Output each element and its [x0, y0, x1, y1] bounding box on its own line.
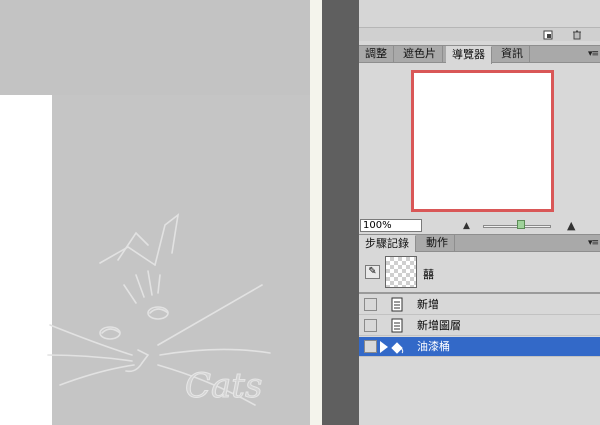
navigator-tabbar: 調整 遮色片 導覽器 資訊 ▾≡: [359, 45, 600, 64]
history-state-marker-icon[interactable]: [380, 341, 388, 353]
document-step-icon: [391, 318, 403, 333]
snapshot-label: 囍: [423, 268, 434, 281]
cat-watermark-image: Cats: [47, 213, 271, 407]
history-item-selected[interactable]: 油漆桶: [359, 337, 600, 357]
tab-history[interactable]: 步驟記錄: [359, 235, 416, 253]
panel-dock-divider: [322, 0, 359, 425]
canvas-gap: [310, 0, 322, 425]
history-panel: ✎ 囍 新增 新增圖層 油漆桶: [359, 252, 600, 425]
panel-column: 調整 遮色片 導覽器 資訊 ▾≡ 100% ▲ ▲ 步驟記錄 動作 ▾≡ ✎ 囍: [359, 0, 600, 425]
tab-adjustments[interactable]: 調整: [359, 46, 394, 63]
history-item-label: 新增圖層: [417, 319, 461, 332]
zoom-slider-thumb[interactable]: [517, 220, 525, 229]
top-panel-body: [359, 0, 600, 27]
document-step-icon: [391, 297, 403, 312]
history-item-label: 新增: [417, 298, 439, 311]
new-snapshot-icon[interactable]: [543, 30, 553, 40]
zoom-out-icon[interactable]: ▲: [463, 221, 470, 231]
history-brush-checkbox[interactable]: [364, 298, 377, 311]
watermark-text: Cats: [185, 366, 262, 406]
tab-masks[interactable]: 遮色片: [397, 46, 443, 63]
zoom-in-icon[interactable]: ▲: [567, 219, 575, 232]
paint-bucket-icon: [391, 342, 404, 354]
history-item[interactable]: 新增圖層: [359, 316, 600, 336]
navigator-panel-menu-icon[interactable]: ▾≡: [588, 49, 599, 59]
tab-info[interactable]: 資訊: [495, 46, 530, 63]
history-item[interactable]: 新增: [359, 295, 600, 315]
history-tabbar: 步驟記錄 動作 ▾≡: [359, 234, 600, 253]
snapshot-thumbnail: [385, 256, 417, 288]
tab-actions[interactable]: 動作: [420, 235, 455, 252]
canvas-area[interactable]: Cats: [0, 0, 310, 425]
zoom-input[interactable]: 100%: [360, 219, 422, 232]
history-brush-checkbox[interactable]: [364, 340, 377, 353]
history-snapshot[interactable]: ✎ 囍: [359, 252, 600, 294]
tab-navigator[interactable]: 導覽器: [446, 46, 492, 64]
history-brush-checkbox[interactable]: [364, 319, 377, 332]
history-panel-menu-icon[interactable]: ▾≡: [588, 238, 599, 248]
trash-icon[interactable]: [572, 30, 582, 40]
navigator-panel: 100% ▲ ▲: [359, 67, 600, 233]
history-brush-source-icon[interactable]: ✎: [365, 265, 380, 279]
history-item-label: 油漆桶: [417, 340, 450, 353]
navigator-preview[interactable]: [411, 70, 554, 212]
top-panel-footer: [359, 27, 600, 41]
